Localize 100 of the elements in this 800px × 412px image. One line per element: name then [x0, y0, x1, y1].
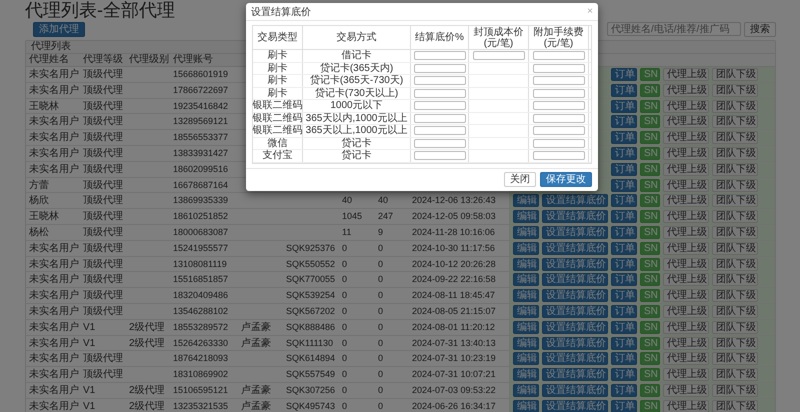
edit-button[interactable]: 编辑 — [513, 242, 539, 255]
sn-button[interactable]: SN — [640, 258, 660, 271]
downline-button[interactable]: 团队下级 — [712, 210, 758, 224]
orders-button[interactable]: 订单 — [611, 384, 637, 397]
sn-button[interactable]: SN — [640, 289, 660, 302]
sn-button[interactable]: SN — [640, 131, 660, 144]
sn-button[interactable]: SN — [640, 178, 660, 192]
orders-button[interactable]: 订单 — [611, 400, 637, 412]
settlement-price-button[interactable]: 设置结算底价 — [542, 258, 608, 271]
upline-button[interactable]: 代理上级 — [663, 115, 709, 128]
upline-button[interactable]: 代理上级 — [663, 242, 709, 255]
rate-input[interactable] — [414, 151, 466, 160]
downline-button[interactable]: 团队下级 — [712, 68, 758, 81]
downline-button[interactable]: 团队下级 — [712, 400, 758, 412]
upline-button[interactable]: 代理上级 — [663, 68, 709, 81]
downline-button[interactable]: 团队下级 — [712, 304, 758, 318]
sn-button[interactable]: SN — [640, 352, 660, 366]
sn-button[interactable]: SN — [640, 162, 660, 176]
sn-button[interactable]: SN — [640, 400, 660, 412]
save-button[interactable]: 保存更改 — [540, 172, 592, 186]
settlement-price-button[interactable]: 设置结算底价 — [542, 226, 608, 239]
rate-input[interactable] — [414, 101, 466, 110]
upline-button[interactable]: 代理上级 — [663, 162, 709, 176]
orders-button[interactable]: 订单 — [611, 68, 637, 81]
downline-button[interactable]: 团队下级 — [712, 336, 758, 350]
sn-button[interactable]: SN — [640, 210, 660, 224]
downline-button[interactable]: 团队下级 — [712, 258, 758, 271]
fee-input[interactable] — [532, 64, 584, 73]
rate-input[interactable] — [414, 76, 466, 86]
upline-button[interactable]: 代理上级 — [663, 368, 709, 382]
downline-button[interactable]: 团队下级 — [712, 384, 758, 397]
rate-input[interactable] — [414, 51, 466, 60]
downline-button[interactable]: 团队下级 — [712, 115, 758, 128]
orders-button[interactable]: 订单 — [611, 289, 637, 302]
orders-button[interactable]: 订单 — [611, 178, 637, 192]
fee-input[interactable] — [532, 101, 584, 110]
orders-button[interactable]: 订单 — [611, 368, 637, 382]
upline-button[interactable]: 代理上级 — [663, 384, 709, 397]
edit-button[interactable]: 编辑 — [513, 352, 539, 366]
orders-button[interactable]: 订单 — [611, 84, 637, 97]
edit-button[interactable]: 编辑 — [513, 273, 539, 286]
upline-button[interactable]: 代理上级 — [663, 336, 709, 350]
settlement-price-button[interactable]: 设置结算底价 — [542, 210, 608, 224]
settlement-price-button[interactable]: 设置结算底价 — [542, 273, 608, 286]
upline-button[interactable]: 代理上级 — [663, 84, 709, 97]
upline-button[interactable]: 代理上级 — [663, 400, 709, 412]
settlement-price-button[interactable]: 设置结算底价 — [542, 304, 608, 318]
downline-button[interactable]: 团队下级 — [712, 289, 758, 302]
sn-button[interactable]: SN — [640, 146, 660, 160]
fee-input[interactable] — [532, 114, 584, 123]
edit-button[interactable]: 编辑 — [513, 210, 539, 224]
orders-button[interactable]: 订单 — [611, 336, 637, 350]
add-agent-button[interactable]: 添加代理 — [33, 22, 85, 36]
orders-button[interactable]: 订单 — [611, 304, 637, 318]
upline-button[interactable]: 代理上级 — [663, 304, 709, 318]
downline-button[interactable]: 团队下级 — [712, 194, 758, 208]
edit-button[interactable]: 编辑 — [513, 368, 539, 382]
sn-button[interactable]: SN — [640, 100, 660, 113]
upline-button[interactable]: 代理上级 — [663, 131, 709, 144]
sn-button[interactable]: SN — [640, 336, 660, 350]
rate-input[interactable] — [414, 64, 466, 73]
fee-input[interactable] — [532, 76, 584, 86]
upline-button[interactable]: 代理上级 — [663, 210, 709, 224]
sn-button[interactable]: SN — [640, 84, 660, 97]
orders-button[interactable]: 订单 — [611, 131, 637, 144]
edit-button[interactable]: 编辑 — [513, 320, 539, 334]
upline-button[interactable]: 代理上级 — [663, 194, 709, 208]
search-field[interactable]: 代理姓名/电话/推荐/推广码 — [607, 22, 741, 36]
edit-button[interactable]: 编辑 — [513, 304, 539, 318]
upline-button[interactable]: 代理上级 — [663, 258, 709, 271]
edit-button[interactable]: 编辑 — [513, 258, 539, 271]
edit-button[interactable]: 编辑 — [513, 226, 539, 239]
orders-button[interactable]: 订单 — [611, 146, 637, 160]
upline-button[interactable]: 代理上级 — [663, 289, 709, 302]
downline-button[interactable]: 团队下级 — [712, 131, 758, 144]
upline-button[interactable]: 代理上级 — [663, 226, 709, 239]
downline-button[interactable]: 团队下级 — [712, 162, 758, 176]
fee-input[interactable] — [532, 138, 584, 148]
edit-button[interactable]: 编辑 — [513, 289, 539, 302]
fee-input[interactable] — [532, 151, 584, 160]
upline-button[interactable]: 代理上级 — [663, 320, 709, 334]
orders-button[interactable]: 订单 — [611, 162, 637, 176]
rate-input[interactable] — [414, 138, 466, 148]
upline-button[interactable]: 代理上级 — [663, 146, 709, 160]
downline-button[interactable]: 团队下级 — [712, 242, 758, 255]
settlement-price-button[interactable]: 设置结算底价 — [542, 320, 608, 334]
downline-button[interactable]: 团队下级 — [712, 146, 758, 160]
orders-button[interactable]: 订单 — [611, 210, 637, 224]
orders-button[interactable]: 订单 — [611, 320, 637, 334]
rate-input[interactable] — [414, 88, 466, 98]
settlement-price-button[interactable]: 设置结算底价 — [542, 384, 608, 397]
fee-input[interactable] — [532, 126, 584, 136]
edit-button[interactable]: 编辑 — [513, 194, 539, 208]
orders-button[interactable]: 订单 — [611, 352, 637, 366]
sn-button[interactable]: SN — [640, 242, 660, 255]
orders-button[interactable]: 订单 — [611, 258, 637, 271]
settlement-price-button[interactable]: 设置结算底价 — [542, 352, 608, 366]
edit-button[interactable]: 编辑 — [513, 336, 539, 350]
downline-button[interactable]: 团队下级 — [712, 320, 758, 334]
sn-button[interactable]: SN — [640, 320, 660, 334]
